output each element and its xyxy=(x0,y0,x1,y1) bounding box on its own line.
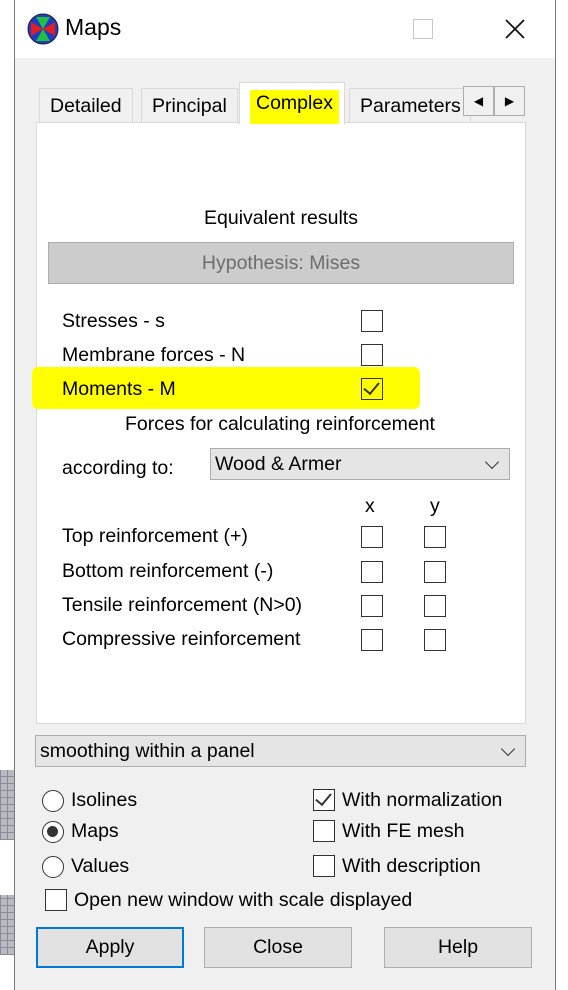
tab-complex-label: Complex xyxy=(250,90,339,124)
stresses-label: Stresses - s xyxy=(62,310,165,332)
isolines-label: Isolines xyxy=(71,789,138,811)
minimize-icon xyxy=(316,28,334,30)
compressive-reinforcement-y-checkbox[interactable] xyxy=(424,629,446,651)
moments-checkbox[interactable] xyxy=(361,378,383,400)
tab-parameters[interactable]: Parameters xyxy=(349,88,471,123)
window-title: Maps xyxy=(65,14,122,40)
smoothing-value: smoothing within a panel xyxy=(40,740,255,762)
arrow-right-icon: ▶ xyxy=(504,94,515,108)
open-new-window-label: Open new window with scale displayed xyxy=(74,889,413,911)
bottom-reinforcement-y-checkbox[interactable] xyxy=(424,561,446,583)
complex-panel: Equivalent results Hypothesis: Mises Str… xyxy=(32,122,526,724)
bottom-reinforcement-label: Bottom reinforcement (-) xyxy=(62,560,274,582)
smoothing-select[interactable]: smoothing within a panel xyxy=(35,735,526,767)
minimize-button[interactable] xyxy=(293,0,357,58)
compressive-reinforcement-label: Compressive reinforcement xyxy=(62,628,301,650)
stresses-checkbox[interactable] xyxy=(361,310,383,332)
chevron-down-icon xyxy=(500,741,516,757)
tab-scroll-left-button[interactable]: ◀ xyxy=(463,86,494,116)
membrane-forces-label: Membrane forces - N xyxy=(62,344,246,366)
values-label: Values xyxy=(71,855,130,877)
tensile-reinforcement-label: Tensile reinforcement (N>0) xyxy=(62,594,303,616)
background-mesh xyxy=(0,895,14,955)
with-description-label: With description xyxy=(342,855,481,877)
hypothesis-button[interactable]: Hypothesis: Mises xyxy=(48,242,514,284)
close-window-button[interactable] xyxy=(483,0,547,58)
with-description-checkbox[interactable] xyxy=(313,855,335,877)
close-button[interactable]: Close xyxy=(204,927,352,968)
close-icon xyxy=(505,19,525,39)
values-radio[interactable] xyxy=(42,856,64,878)
tab-scroll-right-button[interactable]: ▶ xyxy=(494,86,525,116)
column-x-label: x xyxy=(365,495,375,517)
with-fe-mesh-checkbox[interactable] xyxy=(313,820,335,842)
maps-dialog: Maps Detailed Principal Complex Paramete… xyxy=(14,0,556,990)
membrane-forces-checkbox[interactable] xyxy=(361,344,383,366)
top-reinforcement-x-checkbox[interactable] xyxy=(361,526,383,548)
maps-label: Maps xyxy=(71,820,119,842)
background-mesh xyxy=(0,770,14,840)
chevron-down-icon xyxy=(484,454,500,470)
reinforcement-heading: Forces for calculating reinforcement xyxy=(125,413,435,435)
tab-scroll-arrows: ◀ ▶ xyxy=(463,86,525,116)
maps-app-icon xyxy=(27,13,59,45)
tab-complex[interactable]: Complex xyxy=(239,82,345,124)
help-button[interactable]: Help xyxy=(384,927,532,968)
with-normalization-checkbox[interactable] xyxy=(313,789,335,811)
with-fe-mesh-label: With FE mesh xyxy=(342,820,465,842)
tab-principal[interactable]: Principal xyxy=(141,88,238,123)
maximize-button[interactable] xyxy=(391,0,455,58)
top-reinforcement-y-checkbox[interactable] xyxy=(424,526,446,548)
tensile-reinforcement-y-checkbox[interactable] xyxy=(424,595,446,617)
open-new-window-checkbox[interactable] xyxy=(45,889,67,911)
maps-radio[interactable] xyxy=(42,821,64,843)
tab-detailed[interactable]: Detailed xyxy=(39,88,133,123)
top-reinforcement-label: Top reinforcement (+) xyxy=(62,525,248,547)
according-to-select[interactable]: Wood & Armer xyxy=(210,448,510,480)
moments-label: Moments - M xyxy=(62,378,176,400)
equivalent-results-heading: Equivalent results xyxy=(204,207,358,229)
apply-button[interactable]: Apply xyxy=(36,927,184,968)
arrow-left-icon: ◀ xyxy=(473,94,484,108)
maximize-icon xyxy=(413,19,433,39)
bottom-reinforcement-x-checkbox[interactable] xyxy=(361,561,383,583)
tensile-reinforcement-x-checkbox[interactable] xyxy=(361,595,383,617)
compressive-reinforcement-x-checkbox[interactable] xyxy=(361,629,383,651)
according-to-label: according to: xyxy=(62,457,174,479)
column-y-label: y xyxy=(430,495,440,517)
with-normalization-label: With normalization xyxy=(342,789,503,811)
isolines-radio[interactable] xyxy=(42,790,64,812)
title-bar: Maps xyxy=(15,0,555,58)
according-to-value: Wood & Armer xyxy=(215,453,342,475)
